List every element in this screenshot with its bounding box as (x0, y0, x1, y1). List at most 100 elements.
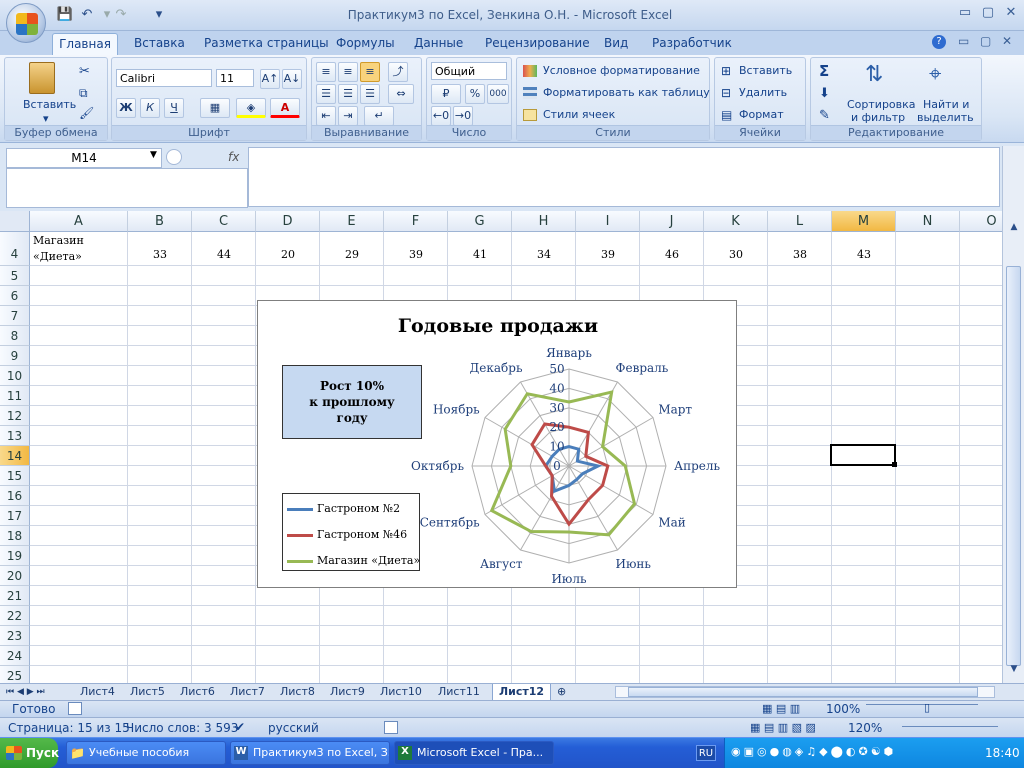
column-header-j[interactable]: J (640, 211, 704, 232)
row-header-23[interactable]: 23 (0, 626, 30, 646)
decrease-decimal-icon[interactable]: →0 (453, 106, 473, 126)
sheet-tab-12[interactable]: Лист12 (492, 684, 552, 700)
tab-insert[interactable]: Вставка (134, 36, 185, 50)
column-header-d[interactable]: D (256, 211, 320, 232)
formula-input[interactable] (248, 147, 1000, 207)
copy-icon[interactable]: ⧉ (79, 86, 88, 101)
help-icon[interactable]: ? (932, 35, 946, 49)
insert-function-button[interactable]: fx (228, 150, 239, 164)
close-button[interactable]: ✕ (1000, 5, 1022, 23)
word-view-buttons[interactable]: ▦ ▤ ▥ ▧ ▨ (750, 721, 840, 734)
increase-decimal-icon[interactable]: ←0 (431, 106, 451, 126)
wrap-text-icon[interactable]: ↵ (364, 106, 394, 126)
sheet-tab-7[interactable]: Лист7 (230, 684, 265, 700)
task-excel[interactable]: Microsoft Excel - Пра... (394, 741, 554, 765)
spellcheck-icon[interactable]: ✔ (235, 720, 245, 734)
align-bottom-icon[interactable]: ≡ (360, 62, 380, 82)
delete-cells-button[interactable]: Удалить (739, 86, 787, 99)
sheet-tab-8[interactable]: Лист8 (280, 684, 315, 700)
column-header-o[interactable]: O (960, 211, 1002, 232)
column-header-g[interactable]: G (448, 211, 512, 232)
tab-data[interactable]: Данные (414, 36, 463, 50)
language-indicator[interactable]: RU (696, 745, 716, 761)
column-header-n[interactable]: N (896, 211, 960, 232)
office-button[interactable] (6, 3, 46, 43)
macro-record-icon[interactable] (68, 702, 82, 715)
sheet-tab-4[interactable]: Лист4 (80, 684, 115, 700)
task-word[interactable]: Практикум3 по Excel, З... (230, 741, 390, 765)
row-header-11[interactable]: 11 (0, 386, 30, 406)
worksheet-grid[interactable]: ABCDEFGHIJKLMNO 4 5 6 7 8 9 10 11 12 13 14 15 16 17 18… (0, 211, 1002, 683)
sort-label-1[interactable]: Сортировка (847, 98, 916, 111)
tab-page-layout[interactable]: Разметка страницы (204, 36, 329, 50)
row-header-19[interactable]: 19 (0, 546, 30, 566)
row-header-8[interactable]: 8 (0, 326, 30, 346)
currency-icon[interactable]: ₽ (431, 84, 461, 104)
row-header-25[interactable]: 25 (0, 666, 30, 683)
row-header-24[interactable]: 24 (0, 646, 30, 666)
row-header-20[interactable]: 20 (0, 566, 30, 586)
zoom-level-2[interactable]: 120% (848, 721, 882, 735)
row-header-17[interactable]: 17 (0, 506, 30, 526)
shrink-font-icon[interactable]: A↓ (282, 69, 302, 89)
horizontal-scrollbar[interactable] (615, 686, 995, 698)
font-name-box[interactable]: Calibri (116, 69, 212, 87)
row-header-6[interactable]: 6 (0, 286, 30, 306)
customize-qat-icon[interactable]: ▾ (150, 6, 168, 24)
font-size-box[interactable]: 11 (216, 69, 254, 87)
cell-row4-m[interactable]: 43 (832, 248, 896, 261)
row-header-21[interactable]: 21 (0, 586, 30, 606)
restore-button[interactable]: ▢ (977, 5, 999, 23)
scroll-up-icon[interactable]: ▲ (1007, 222, 1021, 238)
tab-developer[interactable]: Разработчик (652, 36, 732, 50)
italic-button[interactable]: К (140, 98, 160, 118)
first-sheet-icon[interactable]: ⏮ ◀ ▶ ⏭ (6, 684, 45, 700)
font-color-icon[interactable]: A (270, 98, 300, 118)
cell-row4-k[interactable]: 30 (704, 248, 768, 261)
align-right-icon[interactable]: ☰ (360, 84, 380, 104)
thousands-button[interactable]: 000 (487, 84, 509, 104)
zoom-level-1[interactable]: 100% (826, 702, 860, 716)
sheet-tab-6[interactable]: Лист6 (180, 684, 215, 700)
underline-button[interactable]: Ч (164, 98, 184, 118)
decrease-indent-icon[interactable]: ⇤ (316, 106, 336, 126)
tab-view[interactable]: Вид (604, 36, 628, 50)
row-header-18[interactable]: 18 (0, 526, 30, 546)
save-icon[interactable]: 💾 (56, 6, 74, 24)
scroll-thumb[interactable] (1006, 266, 1021, 666)
format-painter-icon[interactable]: 🖌 (79, 106, 94, 120)
view-buttons[interactable]: ▦ ▤ ▥ (762, 702, 822, 715)
cell-row4-h[interactable]: 34 (512, 248, 576, 261)
cell-row4-f[interactable]: 39 (384, 248, 448, 261)
sheet-tab-11[interactable]: Лист11 (438, 684, 480, 700)
zoom-slider-1[interactable] (866, 704, 978, 714)
increase-indent-icon[interactable]: ⇥ (338, 106, 358, 126)
format-as-table-button[interactable]: Форматировать как таблицу (543, 86, 710, 99)
insert-sheet-icon[interactable]: ⊕ (557, 684, 566, 700)
zoom-slider-2[interactable] (902, 726, 998, 727)
cell-a4[interactable]: Магазин «Диета» (33, 233, 84, 265)
cell-row4-g[interactable]: 41 (448, 248, 512, 261)
vertical-scrollbar[interactable]: ▲ ▼ (1002, 146, 1024, 684)
column-header-h[interactable]: H (512, 211, 576, 232)
column-header-f[interactable]: F (384, 211, 448, 232)
cell-row4-j[interactable]: 46 (640, 248, 704, 261)
ribbon-restore-icon[interactable]: ▢ (980, 34, 991, 48)
merge-icon[interactable]: ⇔ (388, 84, 414, 104)
insert-cells-button[interactable]: Вставить (739, 64, 792, 77)
row-header-7[interactable]: 7 (0, 306, 30, 326)
cell-row4-e[interactable]: 29 (320, 248, 384, 261)
row-header-14[interactable]: 14 (0, 446, 30, 466)
h-scroll-thumb[interactable] (628, 687, 978, 697)
cell-row4-l[interactable]: 38 (768, 248, 832, 261)
sheet-tab-9[interactable]: Лист9 (330, 684, 365, 700)
conditional-format-button[interactable]: Условное форматирование (543, 64, 700, 77)
paste-button[interactable]: Вставить (23, 98, 76, 111)
fill-color-icon[interactable]: ◈ (236, 98, 266, 118)
number-format-box[interactable]: Общий (431, 62, 507, 80)
redo-icon[interactable]: ↷ (112, 6, 130, 24)
task-folder[interactable]: Учебные пособия (66, 741, 226, 765)
row-header-9[interactable]: 9 (0, 346, 30, 366)
row-header-4[interactable]: 4 (0, 232, 30, 266)
undo-icon[interactable]: ↶ (78, 6, 96, 24)
